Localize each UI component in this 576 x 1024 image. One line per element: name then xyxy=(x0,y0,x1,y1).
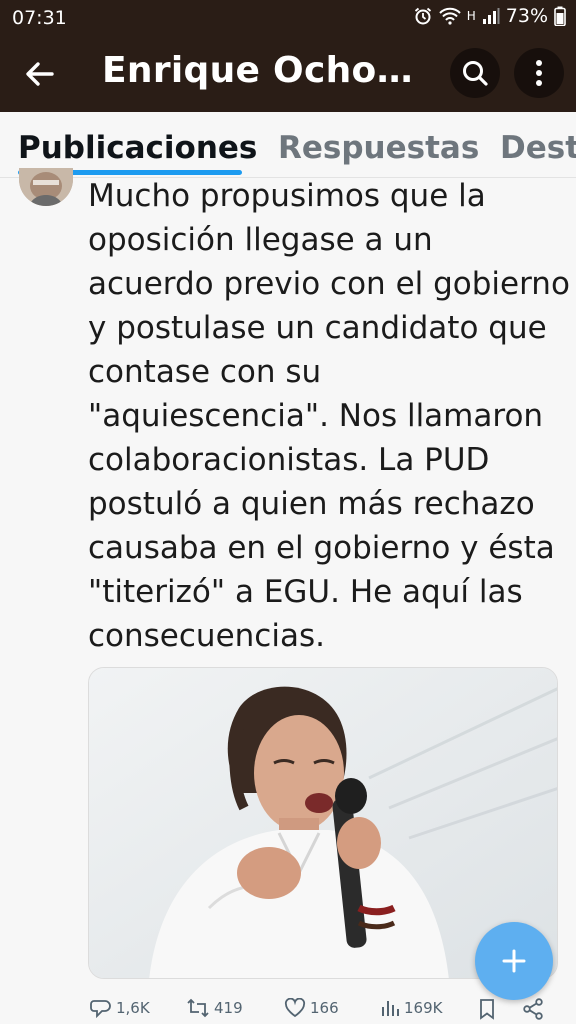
status-icons: H 73% xyxy=(413,5,566,27)
battery-percent: 73% xyxy=(505,5,548,27)
like-count: 166 xyxy=(310,999,339,1017)
avatar-image xyxy=(19,168,73,206)
profile-title: Enrique Ocho… xyxy=(102,50,413,91)
back-button[interactable] xyxy=(18,52,62,96)
plus-icon xyxy=(502,949,526,973)
tweet-text-line: "titerizó" a EGU. He aquí las xyxy=(88,574,523,610)
more-button[interactable] xyxy=(514,48,564,98)
profile-tabs: Publicaciones Respuestas Dest xyxy=(0,112,576,178)
retweet-button[interactable]: 419 xyxy=(186,998,243,1018)
tweet-text-line: "aquiescencia". Nos llamaron xyxy=(88,398,544,434)
tab-destacados[interactable]: Dest xyxy=(500,130,576,166)
bookmark-button[interactable] xyxy=(478,998,496,1020)
search-icon xyxy=(463,61,488,86)
signal-icon xyxy=(482,8,500,24)
retweet-icon xyxy=(187,998,209,1018)
reply-button[interactable]: 1,6K xyxy=(90,998,150,1018)
views-button[interactable]: 169K xyxy=(380,998,442,1018)
tweet-text-line: y postulase un candidato que xyxy=(88,310,547,346)
wifi-icon xyxy=(439,7,461,25)
tweet-text-line: acuerdo previo con el gobierno xyxy=(88,266,570,302)
bookmark-icon xyxy=(480,999,494,1020)
status-bar: 07:31 H 73% xyxy=(0,0,576,36)
tab-respuestas[interactable]: Respuestas xyxy=(278,130,479,166)
more-vertical-icon xyxy=(536,60,542,86)
tweet-text-line: postuló a quien más rechazo xyxy=(88,486,535,522)
retweet-count: 419 xyxy=(214,999,243,1017)
network-type-label: H xyxy=(466,9,476,23)
compose-button[interactable] xyxy=(475,922,553,1000)
tab-publicaciones[interactable]: Publicaciones xyxy=(18,130,257,166)
like-button[interactable]: 166 xyxy=(284,998,339,1018)
avatar[interactable] xyxy=(19,168,73,206)
tweet-text-line: causaba en el gobierno y ésta xyxy=(88,530,555,566)
reply-icon xyxy=(90,1000,111,1018)
tweet-text-line: consecuencias. xyxy=(88,618,325,654)
status-time: 07:31 xyxy=(12,7,67,29)
heart-icon xyxy=(284,998,306,1018)
tweet-text-line: Mucho propusimos que la xyxy=(88,178,486,214)
reply-count: 1,6K xyxy=(116,999,150,1017)
tweet-text-line: colaboracionistas. La PUD xyxy=(88,442,490,478)
profile-header: Enrique Ocho… xyxy=(0,36,576,112)
views-icon xyxy=(382,1001,399,1016)
tweet-text: Mucho propusimos que la oposición llegas… xyxy=(88,174,570,658)
alarm-icon xyxy=(414,7,431,25)
tweet-actions: 1,6K 419 166 169K xyxy=(88,994,558,1024)
search-button[interactable] xyxy=(450,48,500,98)
share-icon xyxy=(523,998,543,1020)
views-count: 169K xyxy=(404,999,443,1017)
share-button[interactable] xyxy=(522,998,544,1020)
arrow-left-icon xyxy=(26,62,54,86)
top-bar: 07:31 H 73% Enrique Ocho… xyxy=(0,0,576,112)
tweet-text-line: contase con su xyxy=(88,354,322,390)
battery-icon xyxy=(554,6,566,26)
tweet-text-line: oposición llegase a un xyxy=(88,222,433,258)
